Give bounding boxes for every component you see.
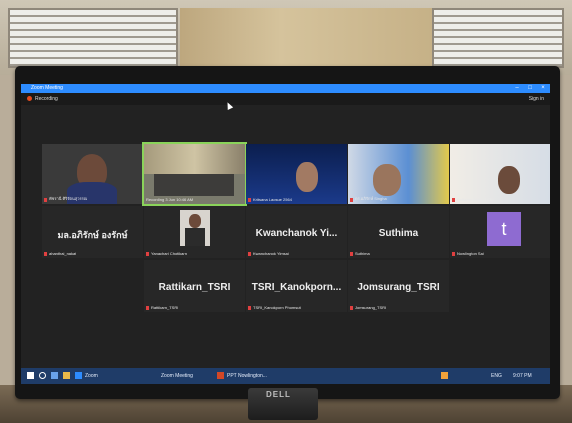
sign-in-link[interactable]: Sign in	[529, 96, 544, 102]
participant-display-name: Kwanchanok Yi...	[255, 228, 338, 239]
mic-muted-icon	[350, 252, 353, 256]
participant-name: Jomsurang_TSRI	[355, 305, 387, 310]
mic-muted-icon	[452, 198, 455, 202]
photo-scene: DELL Zoom Meeting – □ × Recording Sign i…	[0, 0, 572, 423]
name-tile[interactable]: TSRI_Kanokporn... TSRI_Kanokporn Phomsut…	[246, 260, 347, 312]
participant-display-name: Rattikarn_TSRI	[158, 282, 231, 293]
participant-name: ดร.อภิรักษ์ Singha	[355, 196, 387, 201]
maximize-button[interactable]: □	[524, 84, 536, 93]
mic-muted-icon	[146, 252, 149, 256]
mic-muted-icon	[248, 252, 251, 256]
participant-display-name: มล.อภิรักษ์ องรักษ์	[57, 230, 128, 240]
tray-icon[interactable]	[441, 372, 448, 379]
video-tile[interactable]: พัชรานี ศิริรัตนสุวรรณ	[42, 144, 143, 204]
participant-video	[498, 166, 520, 194]
participant-name: Yanachari Chotikarn	[151, 251, 187, 256]
language-indicator[interactable]: ENG	[491, 373, 502, 379]
clock[interactable]: 9:07 PM	[513, 373, 532, 379]
video-tile-active-speaker[interactable]: Recording 3 Jun 10:46 AM	[142, 142, 247, 206]
profile-photo	[180, 210, 210, 246]
start-icon[interactable]	[27, 372, 34, 379]
video-tile[interactable]: ดร.อภิรักษ์ Singha	[348, 144, 449, 204]
window-blinds-left	[8, 8, 178, 68]
participant-name: Kwanchanok Yimsai	[253, 251, 289, 256]
video-tile[interactable]: Pattama Pirom TSRI	[450, 144, 550, 204]
photo-tile[interactable]: Yanachari Chotikarn	[144, 206, 245, 258]
windows-taskbar: Zoom Zoom Meeting PPT Nowlington... ENG …	[21, 368, 550, 384]
recording-icon	[27, 96, 32, 101]
meeting-table	[154, 174, 234, 196]
taskbar-item[interactable]: PPT Nowlington...	[227, 373, 267, 379]
participant-name: Kritsana Laosue 2564	[253, 197, 292, 202]
taskbar-item[interactable]: Zoom	[85, 373, 98, 379]
powerpoint-icon[interactable]	[217, 372, 224, 379]
participant-name: พัชรานี ศิริรัตนสุวรรณ	[49, 196, 88, 201]
mic-muted-icon	[350, 306, 353, 310]
zoom-title-bar: Zoom Meeting – □ ×	[21, 84, 550, 93]
taskbar-item[interactable]: Zoom Meeting	[161, 373, 193, 379]
participant-display-name: TSRI_Kanokporn...	[251, 282, 342, 293]
mic-muted-icon	[44, 252, 47, 256]
wood-panel	[180, 8, 432, 70]
mic-muted-icon	[248, 198, 251, 202]
search-icon[interactable]	[39, 372, 46, 379]
recording-label: Recording	[35, 96, 58, 102]
participant-video	[373, 164, 401, 196]
name-tile[interactable]: Jomsurang_TSRI Jomsurang_TSRI	[348, 260, 449, 312]
mic-muted-icon	[452, 252, 455, 256]
participant-display-name: Suthima	[378, 228, 419, 239]
mic-muted-icon	[350, 198, 353, 202]
name-tile[interactable]: Kwanchanok Yi... Kwanchanok Yimsai	[246, 206, 347, 258]
zoom-app-icon[interactable]	[75, 372, 82, 379]
task-view-icon[interactable]	[51, 372, 58, 379]
mic-muted-icon	[248, 306, 251, 310]
monitor-brand: DELL	[266, 390, 291, 399]
folder-icon[interactable]	[63, 372, 70, 379]
participant-name: TSRI_Kanokporn Phomsuti	[253, 305, 302, 310]
participant-name: Suthima	[355, 251, 370, 256]
room-backdrop	[144, 144, 245, 174]
name-tile[interactable]: Rattikarn_TSRI Rattikarn_TSRI	[144, 260, 245, 312]
minimize-button[interactable]: –	[511, 84, 523, 93]
participant-name: ahanthai_nakat	[49, 251, 77, 256]
participant-name: Recording 3 Jun 10:46 AM	[146, 197, 194, 202]
name-tile[interactable]: Suthima Suthima	[348, 206, 449, 258]
window-title: Zoom Meeting	[31, 85, 63, 91]
avatar: t	[487, 212, 521, 246]
mic-muted-icon	[44, 198, 47, 202]
monitor-screen: Zoom Meeting – □ × Recording Sign in พัช…	[21, 84, 550, 384]
participant-video	[296, 162, 318, 192]
video-tile[interactable]: Kritsana Laosue 2564	[246, 144, 347, 204]
mic-muted-icon	[146, 306, 149, 310]
participant-name: Nowlington Sai	[457, 251, 484, 256]
participant-name: Rattikarn_TSRI	[151, 305, 179, 310]
close-button[interactable]: ×	[537, 84, 549, 93]
participant-name: Pattama Pirom TSRI	[457, 197, 494, 202]
avatar-tile[interactable]: t Nowlington Sai	[450, 206, 550, 258]
recording-bar: Recording Sign in	[21, 93, 550, 105]
window-blinds-right	[432, 8, 564, 68]
participant-display-name: Jomsurang_TSRI	[357, 282, 440, 293]
name-tile[interactable]: มล.อภิรักษ์ องรักษ์ ahanthai_nakat	[42, 206, 143, 258]
